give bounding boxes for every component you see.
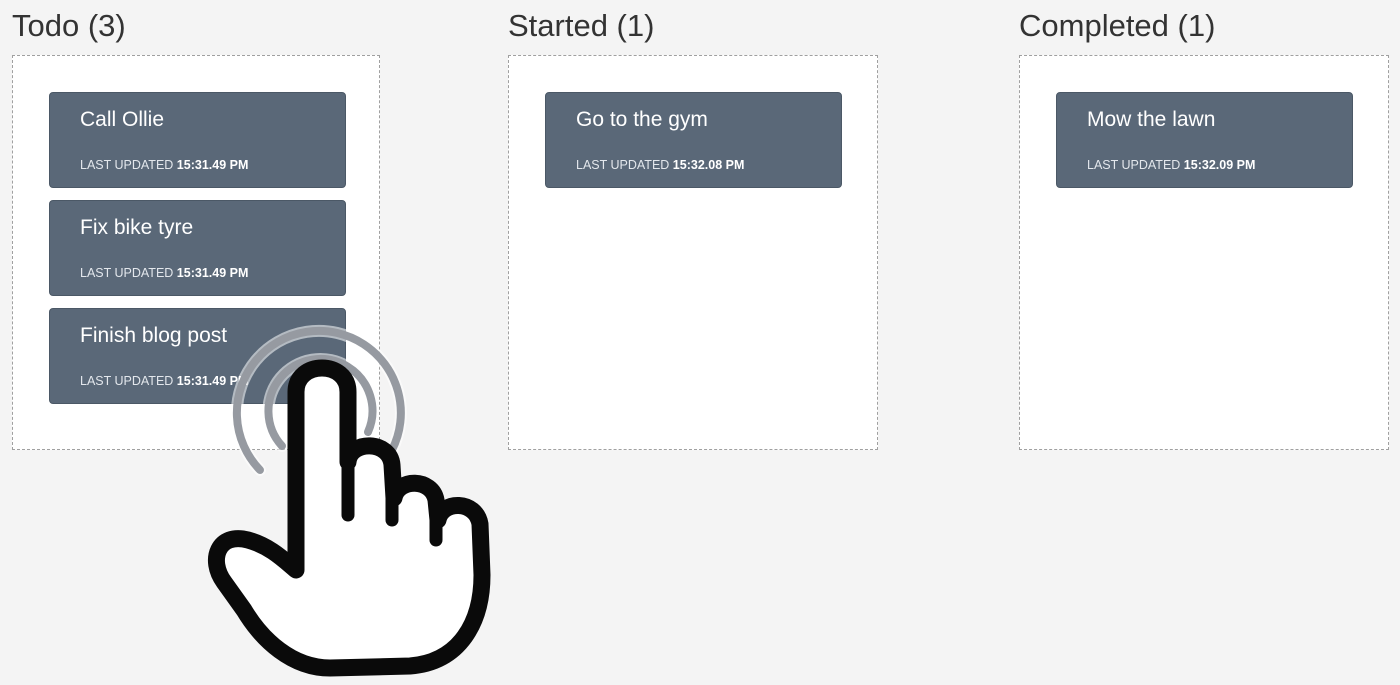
last-updated-time: 15:32.08 PM xyxy=(672,158,745,172)
last-updated-label: LAST UPDATED xyxy=(576,158,670,172)
last-updated-time: 15:31.49 PM xyxy=(176,266,249,280)
column-started[interactable]: Go to the gym LAST UPDATED 15:32.08 PM xyxy=(508,55,878,450)
task-card-last-updated: LAST UPDATED 15:31.49 PM xyxy=(80,265,248,281)
column-completed[interactable]: Mow the lawn LAST UPDATED 15:32.09 PM xyxy=(1019,55,1389,450)
last-updated-time: 15:31.49 PM xyxy=(176,158,249,172)
task-card[interactable]: Call Ollie LAST UPDATED 15:31.49 PM xyxy=(49,92,346,188)
task-card-last-updated: LAST UPDATED 15:32.08 PM xyxy=(576,157,744,173)
last-updated-label: LAST UPDATED xyxy=(80,158,174,172)
task-card-title: Call Ollie xyxy=(80,108,165,131)
task-card-last-updated: LAST UPDATED 15:31.49 PM xyxy=(80,157,248,173)
task-card-title: Go to the gym xyxy=(576,108,708,131)
last-updated-label: LAST UPDATED xyxy=(80,266,174,280)
last-updated-time: 15:32.09 PM xyxy=(1183,158,1256,172)
column-title-completed: Completed (1) xyxy=(1019,8,1216,43)
task-card-last-updated: LAST UPDATED 15:31.49 PM xyxy=(80,373,248,389)
column-title-started: Started (1) xyxy=(508,8,655,43)
last-updated-label: LAST UPDATED xyxy=(80,374,174,388)
task-card-title: Fix bike tyre xyxy=(80,216,194,239)
task-card[interactable]: Fix bike tyre LAST UPDATED 15:31.49 PM xyxy=(49,200,346,296)
column-todo[interactable]: Call Ollie LAST UPDATED 15:31.49 PM Fix … xyxy=(12,55,380,450)
task-card-title: Finish blog post xyxy=(80,324,228,347)
task-card[interactable]: Go to the gym LAST UPDATED 15:32.08 PM xyxy=(545,92,842,188)
task-card[interactable]: Finish blog post LAST UPDATED 15:31.49 P… xyxy=(49,308,346,404)
column-title-todo: Todo (3) xyxy=(12,8,126,43)
task-card-title: Mow the lawn xyxy=(1087,108,1216,131)
last-updated-time: 15:31.49 PM xyxy=(176,374,249,388)
task-card-last-updated: LAST UPDATED 15:32.09 PM xyxy=(1087,157,1255,173)
task-card[interactable]: Mow the lawn LAST UPDATED 15:32.09 PM xyxy=(1056,92,1353,188)
last-updated-label: LAST UPDATED xyxy=(1087,158,1181,172)
